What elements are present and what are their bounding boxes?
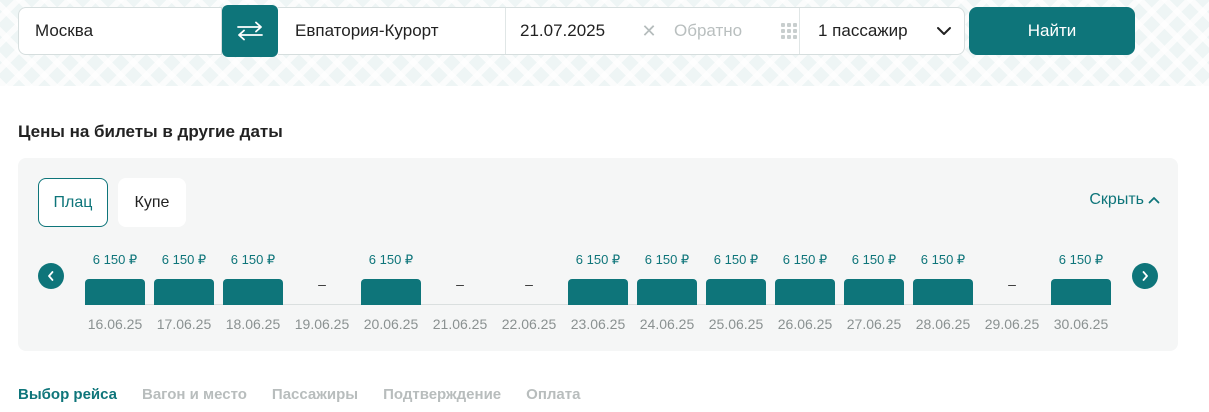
prev-dates-button[interactable] (38, 263, 64, 289)
day-column: – 19.06.25 (292, 252, 352, 332)
no-price-dash: – (525, 276, 533, 292)
day-date: 26.06.25 (777, 316, 833, 332)
day-date: 16.06.25 (87, 316, 143, 332)
day-date: 17.06.25 (156, 316, 212, 332)
return-date-field[interactable]: Обратно (662, 8, 778, 54)
day-date: 21.06.25 (432, 316, 488, 332)
price-bar[interactable] (223, 279, 283, 305)
day-column[interactable]: 6 150 ₽ 25.06.25 (706, 252, 766, 332)
day-column[interactable]: 6 150 ₽ 30.06.25 (1051, 252, 1111, 332)
price-bar[interactable] (154, 279, 214, 305)
day-column: – 21.06.25 (430, 252, 490, 332)
hide-button[interactable]: Скрыть (1089, 191, 1160, 209)
day-date: 25.06.25 (708, 316, 764, 332)
grid-dots-icon[interactable] (778, 8, 800, 54)
day-price: 6 150 ₽ (782, 252, 828, 267)
day-price: 6 150 ₽ (368, 252, 414, 267)
to-field[interactable]: Евпатория-Курорт (278, 8, 506, 54)
step-car-seat[interactable]: Вагон и место (142, 386, 247, 403)
tab-kupe[interactable]: Купе (118, 178, 186, 227)
price-bar[interactable] (775, 279, 835, 305)
day-column: – 29.06.25 (982, 252, 1042, 332)
step-payment[interactable]: Оплата (526, 386, 580, 403)
step-passengers[interactable]: Пассажиры (272, 386, 358, 403)
swap-arrows-icon (237, 21, 263, 41)
no-price-dash: – (1008, 276, 1016, 292)
day-column[interactable]: 6 150 ₽ 23.06.25 (568, 252, 628, 332)
chevron-right-icon (1142, 271, 1148, 281)
chevron-left-icon (48, 271, 54, 281)
day-column[interactable]: 6 150 ₽ 17.06.25 (154, 252, 214, 332)
close-icon[interactable]: ✕ (636, 21, 662, 42)
day-price: 6 150 ₽ (644, 252, 690, 267)
day-date: 23.06.25 (570, 316, 626, 332)
day-date: 28.06.25 (915, 316, 971, 332)
day-date: 18.06.25 (225, 316, 281, 332)
price-bar[interactable] (913, 279, 973, 305)
day-price: 6 150 ₽ (230, 252, 276, 267)
passengers-label: 1 пассажир (818, 21, 908, 40)
day-price: 6 150 ₽ (92, 252, 138, 267)
step-flight[interactable]: Выбор рейса (18, 386, 117, 403)
date-field[interactable]: 21.07.2025 (506, 8, 636, 54)
details-box: Евпатория-Курорт 21.07.2025 ✕ Обратно 1 … (278, 7, 965, 55)
no-price-dash: – (318, 276, 326, 292)
day-price: 6 150 ₽ (575, 252, 621, 267)
search-bar: Москва Евпатория-Курорт 21.07.2025 ✕ Обр… (18, 5, 1178, 57)
day-price: 6 150 ₽ (161, 252, 207, 267)
search-button[interactable]: Найти (969, 7, 1135, 55)
day-date: 20.06.25 (363, 316, 419, 332)
day-price: 6 150 ₽ (851, 252, 897, 267)
price-bar[interactable] (1051, 279, 1111, 305)
chevron-up-icon (1148, 197, 1160, 204)
no-price-dash: – (456, 276, 464, 292)
day-column[interactable]: 6 150 ₽ 28.06.25 (913, 252, 973, 332)
price-bar[interactable] (361, 279, 421, 305)
day-price: 6 150 ₽ (1058, 252, 1104, 267)
price-bar[interactable] (706, 279, 766, 305)
day-column: – 22.06.25 (499, 252, 559, 332)
tab-plats[interactable]: Плац (38, 178, 108, 227)
price-bar[interactable] (844, 279, 904, 305)
from-field[interactable]: Москва (19, 8, 221, 54)
step-confirmation[interactable]: Подтверждение (383, 386, 501, 403)
price-bar[interactable] (637, 279, 697, 305)
day-price: 6 150 ₽ (713, 252, 759, 267)
next-dates-button[interactable] (1132, 263, 1158, 289)
price-bar[interactable] (568, 279, 628, 305)
day-column[interactable]: 6 150 ₽ 20.06.25 (361, 252, 421, 332)
day-date: 19.06.25 (294, 316, 350, 332)
price-calendar-panel: Плац Купе Скрыть 6 150 ₽ 16.06.25 6 150 ₽ 1… (18, 158, 1178, 351)
day-column[interactable]: 6 150 ₽ 24.06.25 (637, 252, 697, 332)
chevron-down-icon (937, 27, 951, 35)
day-date: 27.06.25 (846, 316, 902, 332)
day-price: 6 150 ₽ (920, 252, 966, 267)
day-column[interactable]: 6 150 ₽ 27.06.25 (844, 252, 904, 332)
day-date: 30.06.25 (1053, 316, 1109, 332)
route-box: Москва (18, 7, 222, 55)
day-date: 22.06.25 (501, 316, 557, 332)
day-date: 29.06.25 (984, 316, 1040, 332)
swap-button[interactable] (222, 5, 278, 57)
passengers-select[interactable]: 1 пассажир (800, 8, 964, 54)
section-title: Цены на билеты в другие даты (18, 122, 283, 141)
price-bar[interactable] (85, 279, 145, 305)
day-column[interactable]: 6 150 ₽ 16.06.25 (85, 252, 145, 332)
day-date: 24.06.25 (639, 316, 695, 332)
day-column[interactable]: 6 150 ₽ 26.06.25 (775, 252, 835, 332)
booking-steps: Выбор рейса Вагон и место Пассажиры Подт… (18, 386, 580, 403)
hide-label: Скрыть (1089, 191, 1144, 208)
day-column[interactable]: 6 150 ₽ 18.06.25 (223, 252, 283, 332)
